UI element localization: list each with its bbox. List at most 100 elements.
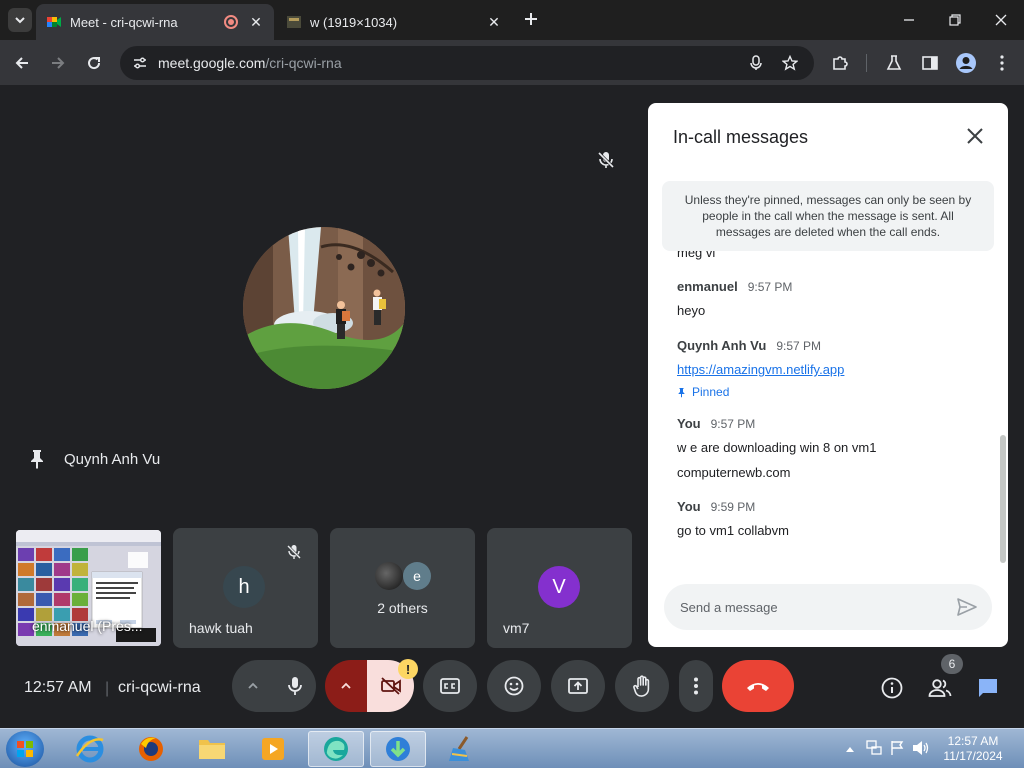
forward-button[interactable]: [46, 51, 70, 75]
side-panel-button[interactable]: [919, 52, 941, 74]
leave-call-button[interactable]: [722, 660, 794, 712]
screen: Meet - cri-qcwi-rna ✕ w (1919×1034) ✕ me…: [0, 0, 1024, 768]
tab-close-icon[interactable]: ✕: [248, 14, 264, 31]
taskbar-internet-explorer[interactable]: [62, 731, 118, 767]
start-button[interactable]: [6, 731, 44, 767]
people-icon: [928, 679, 952, 697]
extensions-button[interactable]: [829, 52, 851, 74]
taskbar-explorer[interactable]: [184, 731, 240, 767]
tab-close-icon[interactable]: ✕: [486, 14, 502, 31]
site-settings-icon[interactable]: [130, 53, 150, 73]
message-sender: Quynh Anh Vu: [677, 338, 767, 353]
taskbar-media-player[interactable]: [245, 731, 301, 767]
people-count-badge: 6: [941, 654, 963, 674]
participant-tile-others[interactable]: e 2 others: [330, 528, 475, 648]
tab-search-button[interactable]: [8, 8, 32, 32]
pinned-participant-label: Quynh Anh Vu: [28, 449, 160, 469]
browser-tabstrip: Meet - cri-qcwi-rna ✕ w (1919×1034) ✕: [0, 0, 1024, 40]
system-time: 12:57 AM: [947, 734, 999, 748]
participant-avatar: e: [403, 562, 431, 590]
tab-image[interactable]: w (1919×1034) ✕: [276, 4, 512, 40]
more-vert-icon: [694, 677, 698, 695]
taskbar-app-download[interactable]: [370, 731, 426, 767]
action-center-flag-icon[interactable]: [890, 740, 904, 759]
message-compose-box: [664, 584, 992, 630]
camera-off-icon: [380, 677, 401, 695]
pinned-label: Pinned: [692, 385, 730, 399]
system-clock[interactable]: 12:57 AM 11/17/2024: [940, 734, 1006, 764]
message-scrollbar[interactable]: [1000, 435, 1006, 563]
pin-icon[interactable]: [28, 449, 46, 469]
meet-stage: Quynh Anh Vu enmanuel (Pres... h hawk tu…: [0, 87, 1024, 728]
pinned-indicator: Pinned: [677, 385, 844, 399]
participant-tile-presentation[interactable]: enmanuel (Pres...: [16, 530, 161, 646]
more-options-button[interactable]: [679, 660, 713, 712]
chevron-down-icon: [15, 17, 25, 24]
message-text: w e are downloading win 8 on vm1: [677, 440, 877, 455]
people-button[interactable]: [927, 675, 953, 701]
closed-captions-icon: [440, 678, 460, 694]
message-time: 9:57 PM: [776, 339, 822, 353]
broom-icon: [449, 736, 469, 761]
meeting-details-button[interactable]: [879, 675, 905, 701]
present-to-all-icon: [568, 678, 588, 694]
panel-title: In-call messages: [673, 127, 809, 147]
close-icon: [995, 14, 1007, 26]
call-end-icon: [747, 683, 769, 691]
firefox-icon: [139, 737, 163, 761]
video-settings-button[interactable]: [325, 660, 367, 712]
present-screen-button[interactable]: [551, 660, 605, 712]
taskbar-edge[interactable]: [308, 731, 364, 767]
url-text: meet.google.com/cri-qcwi-rna: [158, 55, 342, 71]
address-bar[interactable]: meet.google.com/cri-qcwi-rna: [120, 46, 814, 80]
browser-menu-button[interactable]: [991, 52, 1013, 74]
mic-access-icon[interactable]: [746, 53, 766, 73]
back-button[interactable]: [10, 51, 34, 75]
raise-hand-button[interactable]: [615, 660, 669, 712]
message-sender: enmanuel: [677, 279, 738, 294]
participant-avatar: V: [538, 566, 580, 608]
participant-name: vm7: [503, 620, 530, 636]
tab-title: w (1919×1034): [310, 14, 398, 30]
participant-tile-hawk-tuah[interactable]: h hawk tuah: [173, 528, 318, 648]
new-tab-button[interactable]: [520, 8, 542, 30]
meeting-code: cri-qcwi-rna: [118, 679, 201, 696]
message-time: 9:59 PM: [710, 500, 756, 514]
message-input[interactable]: [680, 599, 940, 615]
audio-settings-button[interactable]: [232, 660, 274, 712]
bookmark-star-icon[interactable]: [780, 53, 800, 73]
reload-icon: [88, 57, 101, 70]
reactions-button[interactable]: [487, 660, 541, 712]
recording-indicator-icon: [224, 15, 238, 29]
labs-button[interactable]: [883, 52, 905, 74]
participant-tile-vm7[interactable]: V vm7: [487, 528, 632, 648]
close-icon[interactable]: [966, 127, 984, 145]
restore-button[interactable]: [940, 6, 970, 34]
tray-expand-icon[interactable]: [846, 741, 854, 755]
minimize-button[interactable]: [894, 6, 924, 34]
mic-off-icon: [287, 545, 301, 559]
system-date: 11/17/2024: [943, 749, 1003, 763]
microphone-button[interactable]: [274, 660, 316, 712]
meeting-clock: 12:57 AM: [24, 679, 92, 696]
close-window-button[interactable]: [986, 6, 1016, 34]
participant-avatar-photo: [375, 562, 403, 590]
network-icon[interactable]: [866, 740, 882, 759]
reload-button[interactable]: [82, 51, 106, 75]
download-manager-icon: [386, 737, 410, 761]
captions-button[interactable]: [423, 660, 477, 712]
taskbar-firefox[interactable]: [123, 731, 179, 767]
profile-button[interactable]: [955, 52, 977, 74]
send-icon[interactable]: [956, 596, 978, 618]
volume-icon[interactable]: [912, 740, 930, 759]
message-link[interactable]: https://amazingvm.netlify.app: [677, 362, 844, 377]
taskbar-cleaner[interactable]: [432, 731, 488, 767]
chat-button[interactable]: [975, 675, 1001, 701]
arrow-left-icon: [15, 57, 28, 69]
info-separator: |: [105, 680, 110, 697]
folder-icon: [199, 740, 225, 759]
participant-name: hawk tuah: [189, 620, 253, 636]
chat-notice: Unless they're pinned, messages can only…: [662, 181, 994, 251]
message-text: heyo: [677, 303, 706, 318]
tab-meet[interactable]: Meet - cri-qcwi-rna ✕: [36, 4, 274, 40]
